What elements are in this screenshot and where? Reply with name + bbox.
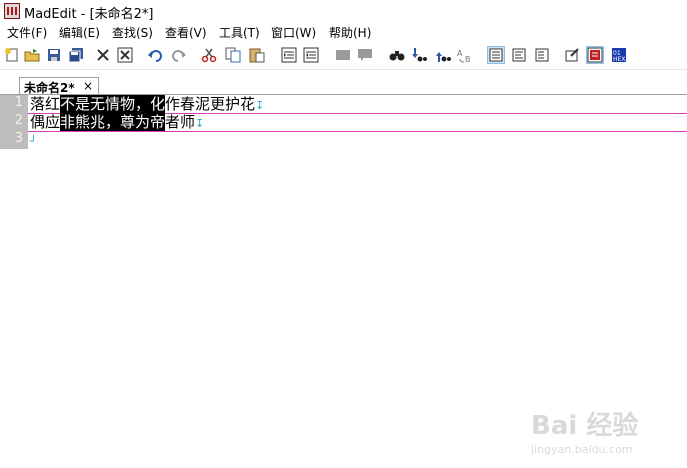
menu-edit[interactable]: 编辑(E): [59, 24, 100, 41]
tab-untitled-2[interactable]: 未命名2* ×: [19, 77, 99, 95]
wrap-by-column-icon[interactable]: [533, 46, 551, 64]
line-number: 1: [14, 95, 23, 110]
menu-window[interactable]: 窗口(W): [271, 24, 316, 41]
open-file-icon[interactable]: [23, 46, 41, 64]
text-plain: 落红: [30, 95, 61, 113]
svg-text:HEX: HEX: [613, 56, 625, 63]
wrap-by-window-icon[interactable]: [510, 46, 528, 64]
menu-file[interactable]: 文件(F): [7, 24, 47, 41]
redo-icon[interactable]: [170, 46, 188, 64]
new-file-icon[interactable]: [3, 46, 21, 64]
text-line[interactable]: 落红不是无情物，化作春泥更护花↧: [30, 95, 264, 114]
text-plain: 偶应: [30, 113, 61, 131]
unindent-icon[interactable]: [302, 46, 320, 64]
eof-marker-icon: ┘: [30, 135, 37, 148]
no-wrap-icon[interactable]: [487, 46, 505, 64]
toolbar: AB 01 HEX: [0, 43, 687, 70]
line-number: 3: [14, 131, 23, 146]
text-selection: 非熊兆，尊为帝: [60, 113, 166, 131]
menu-help[interactable]: 帮助(H): [329, 24, 371, 41]
text-plain: 作春泥更护花: [165, 95, 256, 113]
eol-marker-icon: ↧: [195, 117, 205, 130]
indent-icon[interactable]: [280, 46, 298, 64]
find-prev-icon[interactable]: [434, 46, 452, 64]
text-plain: 者师: [165, 113, 196, 131]
app-icon: [4, 3, 20, 19]
svg-text:B: B: [465, 55, 471, 63]
undo-icon[interactable]: [146, 46, 164, 64]
tab-strip: 未命名2* ×: [0, 75, 687, 95]
svg-text:A: A: [457, 49, 463, 58]
tab-label: 未命名2*: [24, 81, 75, 95]
save-all-icon[interactable]: [67, 46, 85, 64]
watermark-url: jingyan.baidu.com: [531, 443, 633, 456]
close-all-icon[interactable]: [116, 46, 134, 64]
column-mode-icon[interactable]: [586, 46, 604, 64]
comment-icon[interactable]: [334, 46, 352, 64]
close-icon[interactable]: [94, 46, 112, 64]
paste-icon[interactable]: [248, 46, 266, 64]
text-line[interactable]: ┘: [30, 131, 37, 150]
copy-icon[interactable]: [224, 46, 242, 64]
text-line[interactable]: 偶应非熊兆，尊为帝者师↧: [30, 113, 204, 132]
replace-icon[interactable]: AB: [456, 46, 474, 64]
watermark-text: Bai 经验: [531, 411, 639, 441]
text-selection: 不是无情物，化: [60, 95, 166, 113]
text-mode-icon[interactable]: [563, 46, 581, 64]
eol-marker-icon: ↧: [255, 99, 265, 112]
menu-tools[interactable]: 工具(T): [219, 24, 260, 41]
uncomment-icon[interactable]: [356, 46, 374, 64]
line-number: 2: [14, 113, 23, 128]
cut-icon[interactable]: [200, 46, 218, 64]
hex-mode-icon[interactable]: 01 HEX: [610, 46, 628, 64]
title-bar: MadEdit - [未命名2*]: [0, 0, 687, 22]
menu-bar: 文件(F) 编辑(E) 查找(S) 查看(V) 工具(T) 窗口(W) 帮助(H…: [0, 23, 687, 41]
menu-search[interactable]: 查找(S): [112, 24, 153, 41]
line-number-gutter: 1 2 3: [0, 95, 28, 149]
window-title: MadEdit - [未命名2*]: [24, 7, 154, 22]
save-icon[interactable]: [45, 46, 63, 64]
tab-close-icon[interactable]: ×: [83, 79, 93, 93]
watermark-logo: Bai 经验 jingyan.baidu.com: [525, 405, 675, 465]
find-icon[interactable]: [388, 46, 406, 64]
menu-view[interactable]: 查看(V): [165, 24, 207, 41]
find-next-icon[interactable]: [410, 46, 428, 64]
